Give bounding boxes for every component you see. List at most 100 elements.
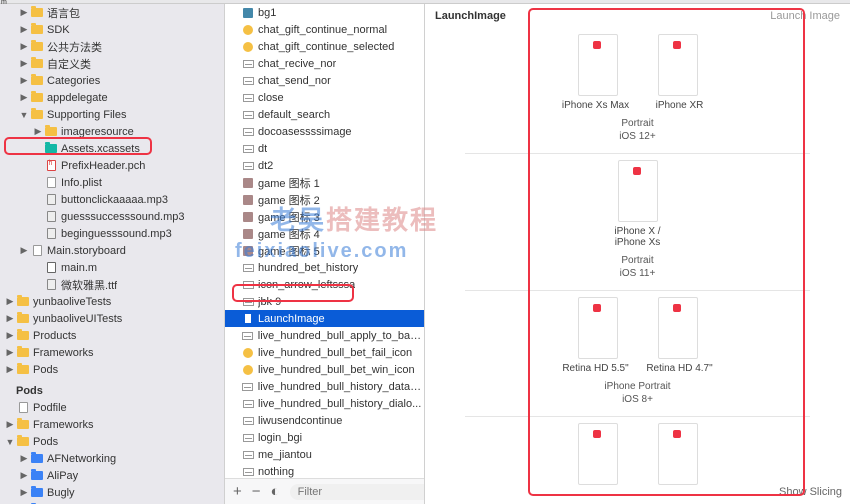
row-products[interactable]: ▶Products (0, 327, 224, 344)
row-dt[interactable]: dt (225, 140, 424, 157)
row--ttf[interactable]: 微软雅黑.ttf (0, 276, 224, 293)
slot-label: Retina HD 5.5" (561, 363, 631, 374)
row-frameworks[interactable]: ▶Frameworks (0, 344, 224, 361)
row-bugly[interactable]: ▶Bugly (0, 484, 224, 501)
project-navigator[interactable]: ▶语言包▶SDK▶公共方法类▶自定义类▶Categories▶appdelega… (0, 4, 225, 504)
image-well[interactable] (658, 423, 698, 485)
row-imageresource[interactable]: ▶imageresource (0, 123, 224, 140)
row-pods[interactable]: ▶Pods (0, 361, 224, 378)
row-beginguesssound-mp3[interactable]: beginguesssound.mp3 (0, 225, 224, 242)
row-game-1[interactable]: game 图标 1 (225, 174, 424, 191)
row-close[interactable]: close (225, 89, 424, 106)
disclosure-icon[interactable]: ▶ (32, 126, 44, 137)
row-buttonclickaaaaa-mp3[interactable]: buttonclickaaaaa.mp3 (0, 191, 224, 208)
row-prefixheader-pch[interactable]: PrefixHeader.pch (0, 157, 224, 174)
item-label: game 图标 1 (258, 175, 320, 191)
row-chat-send-nor[interactable]: chat_send_nor (225, 72, 424, 89)
row-live-hundred-bull-history-dialo-[interactable]: live_hundred_bull_history_dialo... (225, 395, 424, 412)
row-sdk[interactable]: ▶SDK (0, 21, 224, 38)
row-assets-xcassets[interactable]: Assets.xcassets (0, 140, 224, 157)
row-live-hundred-bull-apply-to-ban-[interactable]: live_hundred_bull_apply_to_ban... (225, 327, 424, 344)
disclosure-icon[interactable]: ▼ (4, 437, 16, 447)
row--[interactable]: ▶语言包 (0, 4, 224, 21)
disclosure-icon[interactable]: ▶ (4, 419, 16, 430)
row-appdelegate[interactable]: ▶appdelegate (0, 89, 224, 106)
row-game-4[interactable]: game 图标 4 (225, 225, 424, 242)
row-supporting-files[interactable]: ▼Supporting Files (0, 106, 224, 123)
disclosure-icon[interactable]: ▼ (18, 110, 30, 120)
row-live-hundred-bull-bet-win-icon[interactable]: live_hundred_bull_bet_win_icon (225, 361, 424, 378)
disclosure-icon[interactable]: ▶ (18, 92, 30, 103)
slot-label: iPhone X / iPhone Xs (603, 226, 673, 248)
item-label: game 图标 5 (258, 243, 320, 259)
preview-type: Launch Image (770, 10, 840, 22)
row--[interactable]: ▶公共方法类 (0, 38, 224, 55)
add-button[interactable]: + (233, 483, 242, 500)
row-chat-recive-nor[interactable]: chat_recive_nor (225, 55, 424, 72)
item-icon (241, 432, 255, 444)
disclosure-icon[interactable]: ▶ (4, 347, 16, 358)
row-liwusendcontinue[interactable]: liwusendcontinue (225, 412, 424, 429)
asset-catalog[interactable]: bg1chat_gift_continue_normalchat_gift_co… (225, 4, 425, 504)
image-well[interactable] (658, 34, 698, 96)
image-well[interactable] (578, 423, 618, 485)
image-well[interactable] (618, 160, 658, 222)
disclosure-icon[interactable]: ▶ (18, 41, 30, 52)
row-default-search[interactable]: default_search (225, 106, 424, 123)
row-afnetworking[interactable]: ▶AFNetworking (0, 450, 224, 467)
row-chat-gift-continue-selected[interactable]: chat_gift_continue_selected (225, 38, 424, 55)
disclosure-icon[interactable]: ▶ (4, 296, 16, 307)
disclosure-icon[interactable]: ▶ (18, 7, 30, 18)
image-well[interactable] (658, 297, 698, 359)
row-podfile[interactable]: Podfile (0, 399, 224, 416)
disclosure-icon[interactable]: ▶ (18, 58, 30, 69)
row-info-plist[interactable]: Info.plist (0, 174, 224, 191)
item-icon (44, 228, 58, 240)
disclosure-icon[interactable]: ▶ (18, 75, 30, 86)
row-docoasessssimage[interactable]: docoasessssimage (225, 123, 424, 140)
disclosure-icon[interactable]: ▶ (18, 470, 30, 481)
disclosure-icon[interactable]: ▶ (18, 245, 30, 256)
filter-input[interactable] (290, 484, 425, 500)
row-me-jiantou[interactable]: me_jiantou (225, 446, 424, 463)
item-label: yunbaoliveTests (33, 296, 111, 308)
row-icon-arrow-leftsssa[interactable]: icon_arrow_leftsssa (225, 276, 424, 293)
item-label: Assets.xcassets (61, 143, 140, 155)
disclosure-icon[interactable]: ▶ (18, 487, 30, 498)
row-categories[interactable]: ▶Categories (0, 72, 224, 89)
remove-button[interactable]: − (252, 483, 261, 500)
image-well[interactable] (578, 34, 618, 96)
row-pods[interactable]: ▼Pods (0, 433, 224, 450)
disclosure-icon[interactable]: ▶ (4, 313, 16, 324)
row-main-m[interactable]: main.m (0, 259, 224, 276)
row--[interactable]: ▶自定义类 (0, 55, 224, 72)
item-label: jbk 9 (258, 296, 281, 308)
row-jbk-9[interactable]: jbk 9 (225, 293, 424, 310)
row-alipay[interactable]: ▶AliPay (0, 467, 224, 484)
disclosure-icon[interactable]: ▶ (4, 330, 16, 341)
row-yunbaolivetests[interactable]: ▶ yunbaoliveTests (0, 293, 224, 310)
row-live-hundred-bull-history-data-[interactable]: live_hundred_bull_history_data_... (225, 378, 424, 395)
row-live-hundred-bull-bet-fail-icon[interactable]: live_hundred_bull_bet_fail_icon (225, 344, 424, 361)
row-hundred-bet-history[interactable]: hundred_bet_history (225, 259, 424, 276)
row-chat-gift-continue-normal[interactable]: chat_gift_continue_normal (225, 21, 424, 38)
image-well[interactable] (578, 297, 618, 359)
item-icon (241, 211, 255, 223)
row-guesssuccesssound-mp3[interactable]: guesssuccesssound.mp3 (0, 208, 224, 225)
row-launchimage[interactable]: LaunchImage (225, 310, 424, 327)
row-frameworks[interactable]: ▶Frameworks (0, 416, 224, 433)
row-main-storyboard[interactable]: ▶Main.storyboard (0, 242, 224, 259)
row-game-2[interactable]: game 图标 2 (225, 191, 424, 208)
disclosure-icon[interactable]: ▶ (4, 364, 16, 375)
disclosure-icon[interactable]: ▶ (18, 453, 30, 464)
row-bg1[interactable]: bg1 (225, 4, 424, 21)
row-game-5[interactable]: game 图标 5 (225, 242, 424, 259)
row-yunbaoliveuitests[interactable]: ▶yunbaoliveUITests (0, 310, 224, 327)
disclosure-icon[interactable]: ▶ (18, 24, 30, 35)
item-label: hundred_bet_history (258, 262, 358, 274)
show-slicing-button[interactable]: Show Slicing (779, 486, 842, 498)
row-login-bgi[interactable]: login_bgi (225, 429, 424, 446)
row-dt2[interactable]: dt2 (225, 157, 424, 174)
filter-icon: ◐ (271, 483, 280, 500)
row-game-3[interactable]: game 图标 3 (225, 208, 424, 225)
